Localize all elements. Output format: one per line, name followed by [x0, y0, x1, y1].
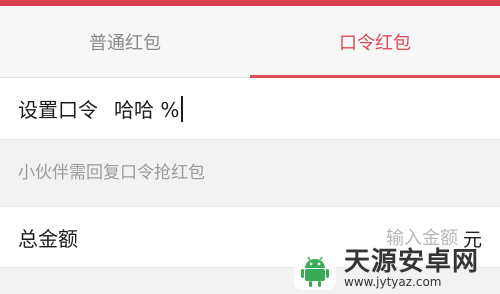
android-robot-icon — [294, 248, 336, 290]
watermark-url: www.jytyaz.com — [344, 275, 442, 290]
site-watermark: 天源安卓网 www.jytyaz.com — [292, 246, 492, 292]
tab-command-redpacket[interactable]: 口令红包 — [250, 6, 500, 78]
command-input-value[interactable]: 哈哈 % — [114, 94, 179, 123]
amount-label: 总金额 — [18, 226, 78, 251]
redpacket-type-tabs: 普通红包 口令红包 — [0, 6, 500, 78]
command-field-row[interactable]: 设置口令 哈哈 % — [0, 78, 500, 140]
tab-normal-redpacket[interactable]: 普通红包 — [0, 6, 250, 78]
command-hint: 小伙伴需回复口令抢红包 — [0, 140, 500, 200]
text-caret — [181, 95, 184, 122]
watermark-text: 天源安卓网 www.jytyaz.com — [344, 247, 480, 290]
watermark-name: 天源安卓网 — [344, 247, 480, 278]
command-label: 设置口令 — [18, 98, 98, 122]
